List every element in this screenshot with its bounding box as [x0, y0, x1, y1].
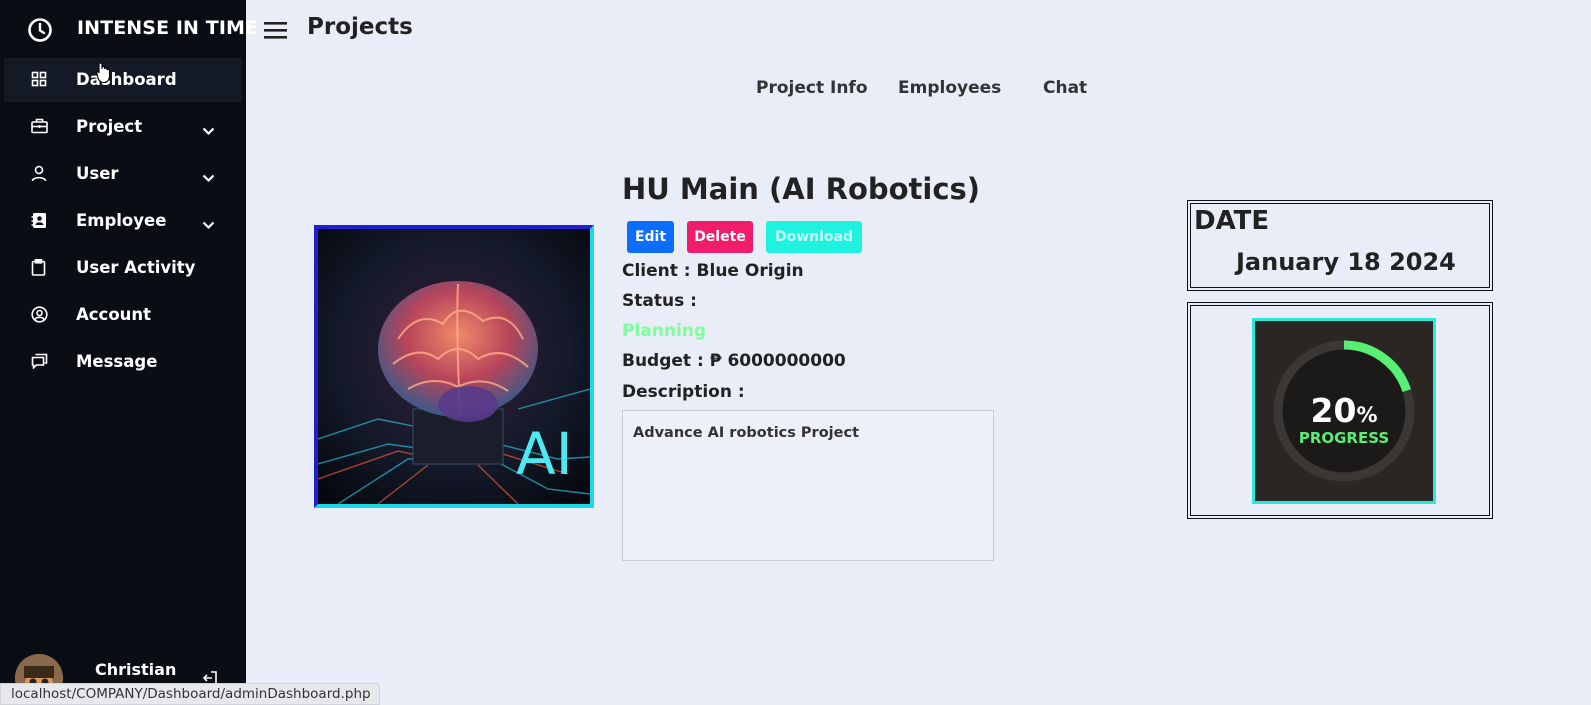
mouse-cursor-icon [96, 62, 112, 88]
budget-line: Budget : ₱ 6000000000 [622, 351, 846, 371]
chevron-down-icon[interactable] [202, 168, 215, 187]
edit-button[interactable]: Edit [627, 221, 674, 253]
budget-value: ₱ 6000000000 [709, 351, 846, 371]
status-label: Status : [622, 291, 697, 311]
person-icon [31, 165, 47, 186]
progress-value: 20 [1310, 391, 1357, 430]
grid-icon [31, 71, 47, 91]
progress-symbol: % [1356, 403, 1378, 427]
status-badge: Planning [622, 321, 707, 341]
description-text: Advance AI robotics Project [622, 410, 994, 561]
tab-employees[interactable]: Employees [898, 78, 1001, 98]
chat-icon [31, 353, 48, 373]
sidebar-item-label: Dashboard [76, 70, 177, 89]
project-image: AI [314, 225, 594, 508]
sidebar-item-project[interactable]: Project [4, 105, 242, 149]
user-circle-icon [31, 306, 48, 327]
user-name: Christian [95, 660, 177, 679]
brand[interactable]: INTENSE IN TIME [0, 0, 258, 58]
contact-card-icon [31, 212, 47, 233]
sidebar-item-label: Account [76, 305, 152, 324]
date-panel: DATE January 18 2024 [1187, 200, 1493, 291]
project-title: HU Main (AI Robotics) [622, 172, 981, 206]
sidebar-item-label: Employee [76, 211, 167, 230]
sidebar-item-dashboard[interactable]: Dashboard [4, 58, 242, 102]
progress-label: PROGRESS [1298, 429, 1390, 447]
sidebar-item-account[interactable]: Account [4, 293, 242, 337]
sidebar-item-user-activity[interactable]: User Activity [4, 246, 242, 290]
clipboard-icon [31, 259, 46, 280]
progress-percent: 20% [1255, 391, 1433, 430]
client-value: Blue Origin [696, 261, 804, 281]
progress-panel: 20% PROGRESS [1187, 302, 1493, 519]
sidebar-item-label: User Activity [76, 258, 196, 277]
client-label: Client : [622, 261, 691, 281]
sidebar-item-label: Project [76, 117, 143, 136]
tab-project-info[interactable]: Project Info [756, 78, 868, 98]
sidebar-item-label: User [76, 164, 119, 183]
download-button[interactable]: Download [766, 221, 862, 253]
chevron-down-icon[interactable] [202, 215, 215, 234]
briefcase-icon [31, 118, 48, 138]
clock-icon [27, 17, 53, 47]
sidebar: INTENSE IN TIME Dashboard Project User E… [0, 0, 258, 705]
hamburger-menu-icon[interactable] [264, 20, 288, 44]
brand-title: INTENSE IN TIME [77, 17, 259, 39]
progress-card: 20% PROGRESS [1252, 318, 1436, 504]
page-title: Projects [307, 14, 413, 40]
sidebar-item-message[interactable]: Message [4, 340, 242, 384]
tab-chat[interactable]: Chat [1043, 78, 1087, 98]
date-value: January 18 2024 [1236, 248, 1456, 276]
description-label: Description : [622, 382, 745, 402]
date-label: DATE [1194, 206, 1270, 236]
sidebar-item-user[interactable]: User [4, 152, 242, 196]
sidebar-item-label: Message [76, 352, 158, 371]
status-bar-url: localhost/COMPANY/Dashboard/adminDashboa… [0, 683, 380, 705]
client-line: Client : Blue Origin [622, 261, 804, 281]
sidebar-item-employee[interactable]: Employee [4, 199, 242, 243]
delete-button[interactable]: Delete [687, 221, 753, 253]
budget-label: Budget : [622, 351, 704, 371]
image-ai-text: AI [516, 420, 573, 488]
chevron-down-icon[interactable] [202, 121, 215, 140]
